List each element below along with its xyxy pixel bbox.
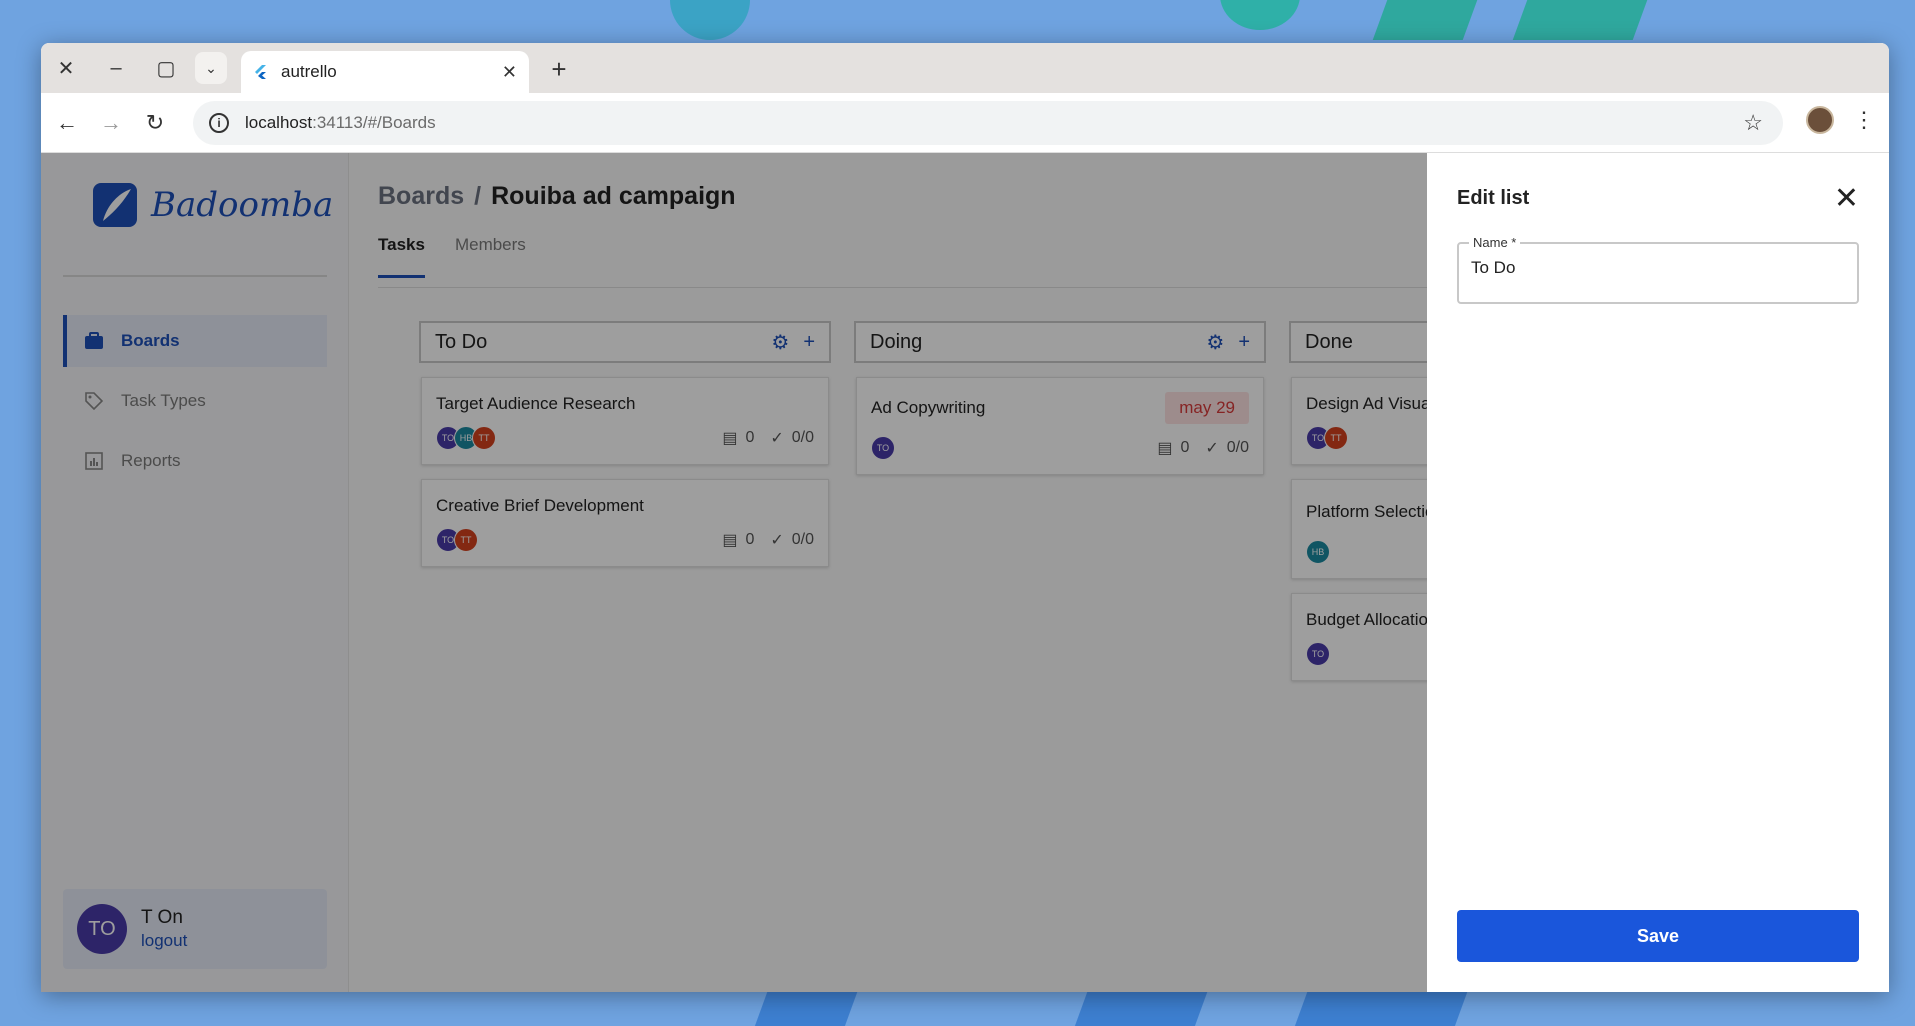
edit-list-drawer: Edit list ✕ Name * Save [1427,153,1889,992]
window-maximize-icon[interactable]: ▢ [141,43,191,93]
background-stripe [1292,992,1468,1026]
save-button[interactable]: Save [1457,910,1859,962]
background-shape [1220,0,1300,30]
name-field[interactable]: Name * [1457,235,1859,304]
background-stripe [1512,0,1648,40]
tab-close-icon[interactable]: ✕ [502,62,517,83]
background-stripe [752,992,858,1026]
flutter-favicon-icon [255,65,266,79]
window-minimize-icon[interactable]: – [91,43,141,93]
app-page: Badoomba Boards Task Types Reports TO T … [41,153,1889,992]
window-close-icon[interactable]: ✕ [41,43,91,93]
modal-scrim[interactable] [41,153,1427,992]
background-shape [670,0,750,40]
profile-avatar[interactable] [1806,106,1834,134]
tab-search-chevron-icon[interactable]: ⌄ [195,52,227,84]
menu-kebab-icon[interactable]: ⋮ [1853,107,1875,133]
address-bar[interactable]: i localhost:34113/#/Boards ☆ [193,101,1783,145]
forward-arrow-icon[interactable]: → [89,101,133,145]
bookmark-star-icon[interactable]: ☆ [1743,110,1763,136]
name-input[interactable] [1471,258,1841,278]
close-icon[interactable]: ✕ [1834,181,1859,216]
back-arrow-icon[interactable]: ← [45,101,89,145]
new-tab-icon[interactable]: + [543,53,575,85]
tab-strip: ✕ – ▢ ⌄ autrello ✕ + [41,43,1889,93]
drawer-title: Edit list [1457,187,1530,209]
tab-title: autrello [281,62,337,81]
url-text: localhost:34113/#/Boards [245,113,436,132]
browser-tab[interactable]: autrello ✕ [241,51,529,93]
background-stripe [1372,0,1478,40]
browser-window: ✕ – ▢ ⌄ autrello ✕ + ← → ↻ i localhost:3… [41,43,1889,992]
site-info-icon[interactable]: i [209,113,229,133]
name-field-label: Name * [1469,235,1521,250]
background-stripe [1072,992,1208,1026]
reload-icon[interactable]: ↻ [133,101,177,145]
browser-toolbar: ← → ↻ i localhost:34113/#/Boards ☆ ⋮ [41,93,1889,153]
